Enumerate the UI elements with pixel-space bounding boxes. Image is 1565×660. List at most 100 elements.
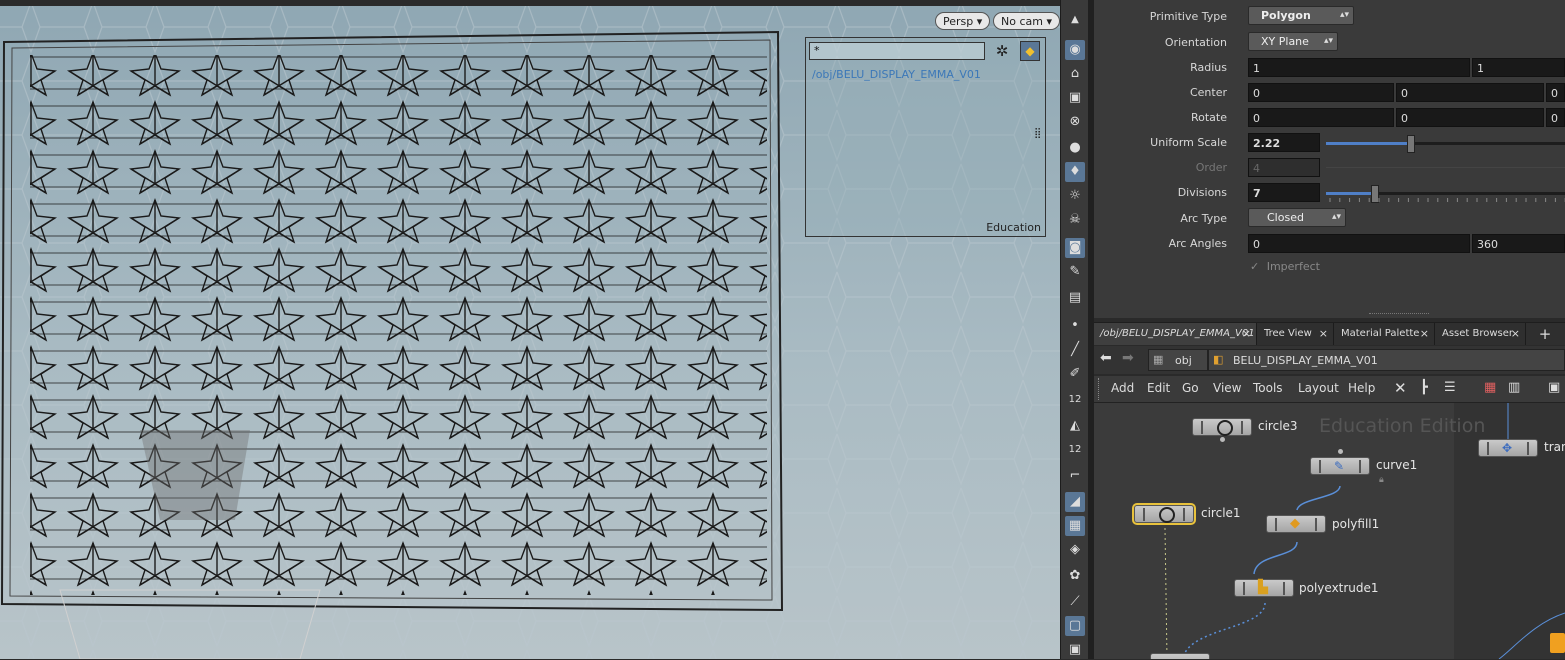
pane-tab-bar: /obj/BELU_DISPLAY_EMMA_V01 × Tree View × M… xyxy=(1094,322,1565,345)
close-icon[interactable]: × xyxy=(1319,323,1328,345)
perspective-menu-button[interactable]: Persp ▾ xyxy=(935,12,991,30)
order-field: 4 xyxy=(1248,158,1320,177)
node-circle3[interactable] xyxy=(1192,418,1252,436)
prim-icon[interactable]: ◭ xyxy=(1065,416,1085,436)
shading-sphere-icon[interactable]: ● xyxy=(1065,138,1085,158)
highlight-icon[interactable]: ◆ xyxy=(1020,41,1040,61)
snapshot-icon[interactable]: ⌂ xyxy=(1065,64,1085,84)
back-arrow-icon[interactable]: ⬅ xyxy=(1100,350,1112,366)
tab-asset-browser[interactable]: Asset Browser × xyxy=(1436,323,1526,345)
close-icon[interactable]: × xyxy=(1242,323,1251,345)
menu-go[interactable]: Go xyxy=(1182,381,1199,395)
lock-icon[interactable]: ▣ xyxy=(1065,88,1085,108)
path-current-button[interactable]: ◧ BELU_DISPLAY_EMMA_V01 xyxy=(1208,349,1565,371)
updown-arrow-icon: ▴▾ xyxy=(1331,212,1341,222)
layout-grid-icon[interactable]: ▥ xyxy=(1508,380,1520,395)
primitive-type-menu[interactable]: Polygon ▴▾ xyxy=(1248,6,1354,25)
divisions-field[interactable]: 7 xyxy=(1248,183,1320,202)
brush-icon[interactable]: ✐ xyxy=(1065,364,1085,384)
node-transform[interactable]: ✥ xyxy=(1478,439,1538,457)
flashlight-icon[interactable]: ✎ xyxy=(1065,262,1085,282)
menu-edit[interactable]: Edit xyxy=(1147,381,1170,395)
divisions-slider-fill xyxy=(1326,192,1374,195)
prim-numbers-icon[interactable]: 12 xyxy=(1065,440,1085,460)
light-icon[interactable]: ♦ xyxy=(1065,162,1085,182)
close-icon[interactable]: × xyxy=(1511,323,1520,345)
network-editor[interactable]: Education Edition circle3 ✎ curve1 🔒︎ ci… xyxy=(1094,403,1565,659)
tree-icon[interactable]: ┣ xyxy=(1420,380,1428,395)
wireframe-icon[interactable]: ◢ xyxy=(1065,492,1085,512)
close-view-icon[interactable]: ⊗ xyxy=(1065,112,1085,132)
path-obj-button[interactable]: ▦ obj xyxy=(1148,349,1208,371)
rotate-z-field[interactable]: 0 xyxy=(1546,108,1565,127)
template-icon[interactable]: ▦ xyxy=(1065,516,1085,536)
menu-add[interactable]: Add xyxy=(1111,381,1134,395)
menu-view[interactable]: View xyxy=(1213,381,1241,395)
tab-material-palette[interactable]: Material Palette × xyxy=(1335,323,1435,345)
center-x-field[interactable]: 0 xyxy=(1248,83,1394,102)
edge-icon[interactable]: ╱ xyxy=(1065,340,1085,360)
display-filter-input[interactable]: * xyxy=(809,42,985,60)
arc-type-menu[interactable]: Closed ▴▾ xyxy=(1248,208,1346,227)
point-numbers-icon[interactable]: 12 xyxy=(1065,390,1085,410)
center-z-field[interactable]: 0 xyxy=(1546,83,1565,102)
camera-icon[interactable]: ◙ xyxy=(1065,238,1085,258)
rotate-x-field[interactable]: 0 xyxy=(1248,108,1394,127)
skull-icon[interactable]: ☠ xyxy=(1065,210,1085,230)
info-panel-icon[interactable]: ▣ xyxy=(1548,380,1560,395)
wrench-icon[interactable]: ✕ xyxy=(1394,379,1407,397)
rotate-y-field[interactable]: 0 xyxy=(1396,108,1544,127)
tab-network-path[interactable]: /obj/BELU_DISPLAY_EMMA_V01 × xyxy=(1094,323,1257,345)
radius-y-field[interactable]: 1 xyxy=(1472,58,1565,77)
node-stripe xyxy=(1487,442,1489,455)
imperfect-checkbox[interactable]: ✓ Imperfect xyxy=(1250,260,1320,273)
node-polyfill1[interactable]: ◆ xyxy=(1266,515,1326,533)
divisions-slider[interactable] xyxy=(1326,185,1565,203)
radius-x-field[interactable]: 1 xyxy=(1248,58,1470,77)
uniform-scale-field[interactable]: 2.22 xyxy=(1248,133,1320,152)
uniform-scale-slider[interactable] xyxy=(1326,135,1565,153)
node-stripe xyxy=(1319,460,1321,473)
node-input-port[interactable] xyxy=(1338,449,1343,454)
orientation-menu[interactable]: XY Plane ▴▾ xyxy=(1248,32,1338,51)
visibility-icon[interactable]: ▤ xyxy=(1065,288,1085,308)
arc-angles-end-field[interactable]: 360 xyxy=(1472,234,1565,253)
viewport-3d[interactable]: Persp ▾ No cam ▾ * ✲ ◆ /obj/BELU_DISPLAY… xyxy=(0,0,1060,659)
pane-drag-handle[interactable] xyxy=(1369,313,1429,318)
node-output-port[interactable] xyxy=(1220,437,1225,442)
orange-node-edge[interactable] xyxy=(1550,633,1565,653)
display-path-link[interactable]: /obj/BELU_DISPLAY_EMMA_V01 xyxy=(812,68,981,81)
add-tab-icon[interactable]: + xyxy=(1535,323,1555,345)
forward-arrow-icon[interactable]: ➡ xyxy=(1122,350,1134,366)
node-polyextrude1[interactable]: ▙ xyxy=(1234,579,1294,597)
uv-icon[interactable]: ✿ xyxy=(1065,566,1085,586)
camera-menu-button[interactable]: No cam ▾ xyxy=(993,12,1060,30)
ghost-icon[interactable]: ▢ xyxy=(1065,616,1085,636)
point-icon[interactable]: • xyxy=(1065,316,1085,336)
toolbar-grip[interactable] xyxy=(1098,378,1103,400)
menu-help[interactable]: Help xyxy=(1348,381,1375,395)
normals-icon[interactable]: ⌐ xyxy=(1065,466,1085,486)
node-curve1[interactable]: ✎ xyxy=(1310,457,1370,475)
arc-angles-start-field[interactable]: 0 xyxy=(1248,234,1470,253)
scroll-up-icon[interactable]: ▲ xyxy=(1065,10,1085,30)
list-icon[interactable]: ☰ xyxy=(1444,380,1456,395)
center-y-field[interactable]: 0 xyxy=(1396,83,1544,102)
divisions-label: Divisions xyxy=(1177,186,1227,199)
tab-tree-view[interactable]: Tree View × xyxy=(1258,323,1334,345)
close-icon[interactable]: × xyxy=(1420,323,1429,345)
handle-icon[interactable]: ⟋ xyxy=(1065,592,1085,612)
node-circle1[interactable] xyxy=(1132,503,1196,525)
bulb-icon[interactable]: ☼ xyxy=(1065,186,1085,206)
tab-label: Asset Browser xyxy=(1442,328,1514,339)
resize-handle-icon[interactable]: ⣿ xyxy=(1034,128,1041,139)
menu-tools[interactable]: Tools xyxy=(1253,381,1283,395)
shade-icon[interactable]: ◈ xyxy=(1065,540,1085,560)
uniform-scale-slider-knob[interactable] xyxy=(1406,135,1415,153)
bottom-tool-icon[interactable]: ▣ xyxy=(1065,640,1085,660)
gear-icon[interactable]: ✲ xyxy=(993,42,1011,60)
color-grid-icon[interactable]: ▦ xyxy=(1484,380,1496,395)
menu-layout[interactable]: Layout xyxy=(1298,381,1339,395)
node-partial-bottom[interactable] xyxy=(1150,653,1210,659)
view-eye-icon[interactable]: ◉ xyxy=(1065,40,1085,60)
